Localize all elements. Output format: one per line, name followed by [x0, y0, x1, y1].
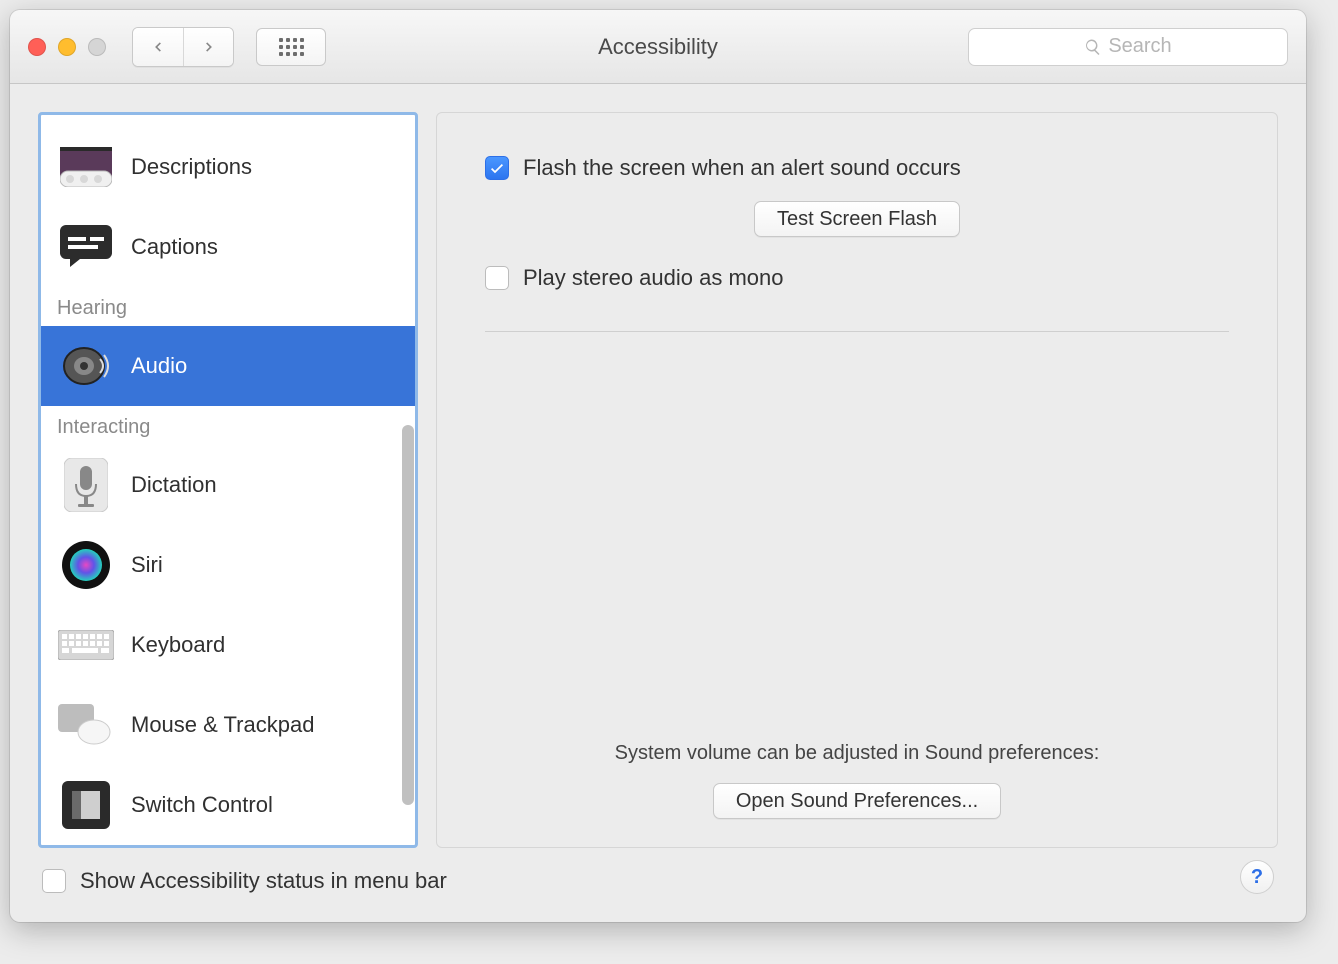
- detail-footer: System volume can be adjusted in Sound p…: [485, 742, 1229, 819]
- mouse-trackpad-icon: [57, 696, 115, 754]
- minimize-button[interactable]: [58, 38, 76, 56]
- sidebar-group-hearing: Hearing: [41, 287, 415, 326]
- zoom-button[interactable]: [88, 38, 106, 56]
- search-placeholder: Search: [1108, 35, 1171, 58]
- divider: [485, 331, 1229, 332]
- sidebar-item-label: Dictation: [131, 472, 217, 498]
- search-input[interactable]: Search: [968, 28, 1288, 66]
- search-icon: [1084, 38, 1102, 56]
- sidebar-item-captions[interactable]: Captions: [41, 207, 415, 287]
- microphone-icon: [57, 456, 115, 514]
- help-icon: ?: [1251, 866, 1263, 889]
- sidebar-item-audio[interactable]: Audio: [41, 326, 415, 406]
- open-sound-preferences-button[interactable]: Open Sound Preferences...: [713, 783, 1001, 819]
- sidebar-item-label: Descriptions: [131, 154, 252, 180]
- sidebar-item-label: Captions: [131, 234, 218, 260]
- bottom-row: Show Accessibility status in menu bar ?: [38, 848, 1278, 894]
- sidebar-scroll[interactable]: Descriptions: [41, 115, 415, 845]
- keyboard-icon: [57, 616, 115, 674]
- sidebar-item-label: Keyboard: [131, 632, 225, 658]
- grid-icon: [279, 38, 304, 56]
- siri-icon: [57, 536, 115, 594]
- close-button[interactable]: [28, 38, 46, 56]
- sidebar-item-switch-control[interactable]: Switch Control: [41, 765, 415, 845]
- sidebar-scrollbar[interactable]: [401, 425, 415, 825]
- mono-audio-label: Play stereo audio as mono: [523, 265, 784, 291]
- flash-screen-row: Flash the screen when an alert sound occ…: [485, 155, 1229, 181]
- check-icon: [489, 160, 505, 176]
- chevron-right-icon: [202, 40, 216, 54]
- show-all-button[interactable]: [256, 28, 326, 66]
- accessibility-preferences-window: Accessibility Search: [10, 10, 1306, 922]
- sidebar-item-label: Switch Control: [131, 792, 273, 818]
- sidebar-group-interacting: Interacting: [41, 406, 415, 445]
- show-status-label: Show Accessibility status in menu bar: [80, 868, 447, 894]
- chevron-left-icon: [151, 40, 165, 54]
- forward-button[interactable]: [183, 28, 233, 66]
- back-button[interactable]: [133, 28, 183, 66]
- volume-hint-text: System volume can be adjusted in Sound p…: [615, 742, 1100, 765]
- scrollbar-thumb[interactable]: [402, 425, 414, 805]
- window-body: Descriptions: [10, 84, 1306, 922]
- sidebar-item-keyboard[interactable]: Keyboard: [41, 605, 415, 685]
- sidebar-item-descriptions[interactable]: Descriptions: [41, 127, 415, 207]
- category-sidebar: Descriptions: [38, 112, 418, 848]
- sidebar-item-label: Siri: [131, 552, 163, 578]
- detail-pane: Flash the screen when an alert sound occ…: [436, 112, 1278, 848]
- panes: Descriptions: [38, 112, 1278, 848]
- speaker-icon: [57, 337, 115, 395]
- test-screen-flash-button[interactable]: Test Screen Flash: [754, 201, 960, 237]
- switch-control-icon: [57, 776, 115, 834]
- sidebar-item-label: Audio: [131, 353, 187, 379]
- captions-icon: [57, 218, 115, 276]
- titlebar: Accessibility Search: [10, 10, 1306, 84]
- sidebar-item-dictation[interactable]: Dictation: [41, 445, 415, 525]
- mono-audio-checkbox[interactable]: [485, 266, 509, 290]
- flash-screen-checkbox[interactable]: [485, 156, 509, 180]
- nav-buttons: [132, 27, 234, 67]
- mono-audio-row: Play stereo audio as mono: [485, 265, 1229, 291]
- sidebar-item-siri[interactable]: Siri: [41, 525, 415, 605]
- window-controls: [28, 38, 106, 56]
- flash-screen-label: Flash the screen when an alert sound occ…: [523, 155, 961, 181]
- sidebar-item-label: Mouse & Trackpad: [131, 712, 314, 738]
- show-status-checkbox[interactable]: [42, 869, 66, 893]
- window-title: Accessibility: [598, 34, 718, 60]
- sidebar-item-mouse-trackpad[interactable]: Mouse & Trackpad: [41, 685, 415, 765]
- help-button[interactable]: ?: [1240, 860, 1274, 894]
- descriptions-icon: [57, 138, 115, 196]
